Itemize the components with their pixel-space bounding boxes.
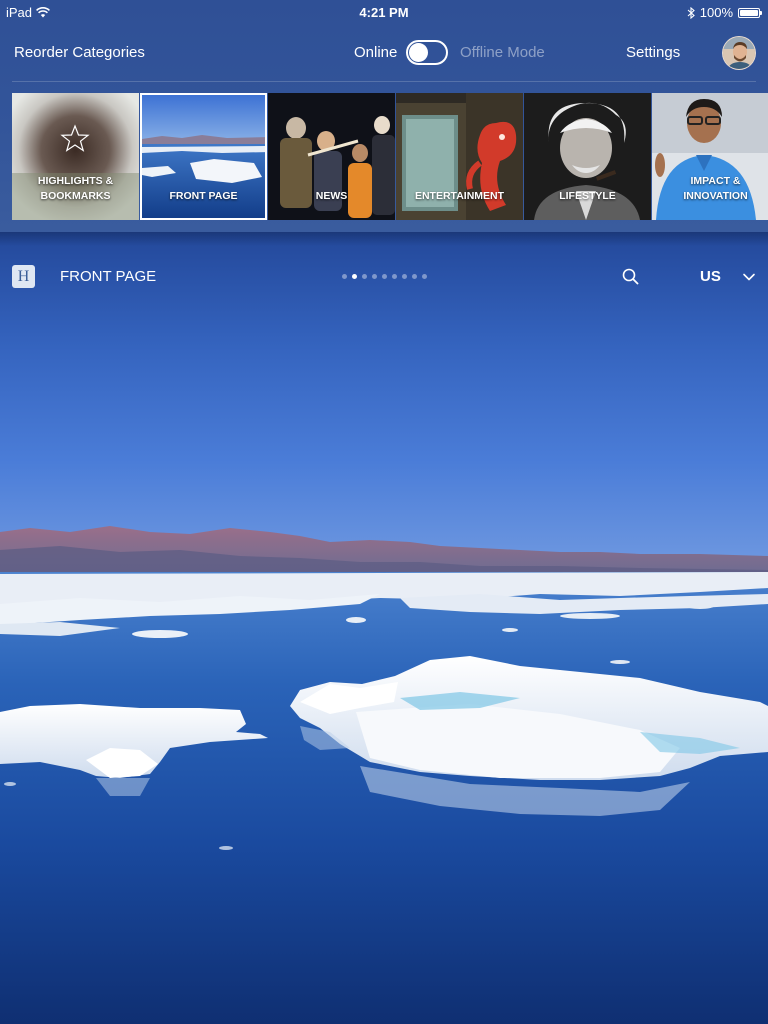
category-label: FRONT PAGE [169,190,238,202]
app-screen: iPad 4:21 PM 100% Reorder Categories Onl… [0,0,768,1024]
arctic-ice-photo [0,232,768,1024]
battery-icon [738,7,762,18]
user-avatar[interactable] [722,36,756,70]
chevron-down-icon[interactable] [740,268,758,286]
front-page-hero-image[interactable] [0,232,768,1024]
offline-mode-label: Offline Mode [460,44,545,61]
status-bar: iPad 4:21 PM 100% [0,0,768,24]
page-dot[interactable] [372,274,377,279]
battery-percent: 100% [699,5,733,20]
category-impact-innovation[interactable]: IMPACT & INNOVATION [652,93,768,220]
toggle-knob [409,43,428,62]
section-title: FRONT PAGE [60,268,157,285]
section-header: H FRONT PAGE US [0,232,768,320]
settings-button[interactable]: Settings [626,44,680,61]
page-dot[interactable] [402,274,407,279]
page-dot[interactable] [382,274,387,279]
category-label: IMPACT & INNOVATION [683,175,748,202]
category-label: NEWS [315,190,348,202]
online-label: Online [354,44,398,61]
category-news[interactable]: NEWS [268,93,395,220]
page-dot[interactable] [412,274,417,279]
region-selector[interactable]: US [700,268,721,285]
search-icon[interactable] [620,266,642,288]
battery-level [740,9,758,16]
category-front-page[interactable]: FRONT PAGE [140,93,267,220]
page-dot[interactable] [362,274,367,279]
offline-mode-toggle[interactable] [406,40,448,65]
bluetooth-icon [687,6,695,19]
star-icon [60,124,90,152]
category-lifestyle[interactable]: LIFESTYLE [524,93,651,220]
drawer-toolbar: Reorder Categories Online Offline Mode S… [0,26,768,80]
reorder-categories-button[interactable]: Reorder Categories [14,44,145,61]
toolbar-divider [12,81,756,82]
page-dot[interactable] [392,274,397,279]
category-label: ENTERTAINMENT [414,190,505,202]
category-entertainment[interactable]: ENTERTAINMENT [396,93,523,220]
page-dot[interactable] [352,274,357,279]
page-dot[interactable] [342,274,347,279]
clock: 4:21 PM [359,5,409,20]
page-dot[interactable] [422,274,427,279]
category-drawer: iPad 4:21 PM 100% Reorder Categories Onl… [0,0,768,232]
page-indicator[interactable] [342,274,427,279]
category-highlights-bookmarks[interactable]: HIGHLIGHTS & BOOKMARKS [12,93,139,220]
category-label: HIGHLIGHTS & BOOKMARKS [37,175,114,202]
avatar-photo [723,37,755,69]
category-strip: HIGHLIGHTS & BOOKMARKS FRONT PAGE NEWS E… [12,93,768,221]
category-label: LIFESTYLE [559,190,616,202]
app-logo[interactable]: H [12,265,35,288]
